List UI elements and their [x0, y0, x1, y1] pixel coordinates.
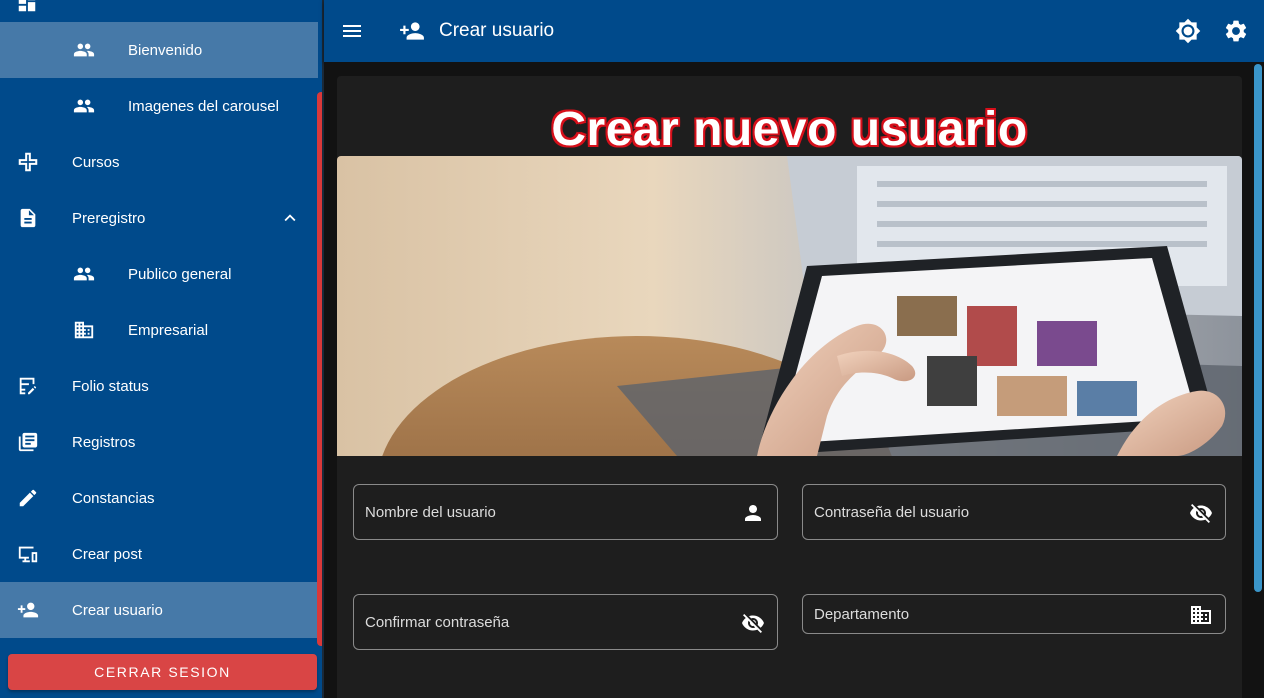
confirm-password-field[interactable] [353, 594, 778, 650]
sidebar-item-label: Imagenes del carousel [128, 97, 279, 115]
table-edit-icon [16, 374, 40, 398]
navigation-drawer: Bienvenido Imagenes del carousel Cursos … [0, 0, 324, 698]
sidebar-item-registros[interactable]: Registros [0, 414, 318, 470]
sidebar-item-crear-usuario[interactable]: Crear usuario [0, 582, 318, 638]
gear-icon[interactable] [1223, 18, 1249, 44]
page-title: Crear usuario [439, 20, 555, 41]
visibility-off-icon[interactable] [1189, 501, 1213, 525]
main-content: Crear nuevo usuario [324, 62, 1264, 698]
person-add-icon [396, 18, 428, 44]
department-field[interactable] [802, 594, 1226, 634]
sidebar-item-label: Crear usuario [72, 601, 163, 619]
logout-button[interactable]: CERRAR SESION [8, 654, 317, 690]
sidebar-item-label: Bienvenido [128, 41, 203, 59]
chevron-up-icon[interactable] [278, 206, 302, 230]
sidebar-item-publico-general[interactable]: Publico general [0, 246, 318, 302]
brightness-icon[interactable] [1175, 18, 1201, 44]
sidebar-item-cursos[interactable]: Cursos [0, 134, 318, 190]
document-icon [16, 206, 40, 230]
confirm-password-input[interactable] [354, 595, 777, 649]
sidebar-item-label: Constancias [72, 489, 155, 507]
sidebar-item-crear-post[interactable]: Crear post [0, 526, 318, 582]
username-input[interactable] [354, 485, 777, 539]
person-icon [741, 501, 765, 525]
building-icon [72, 318, 96, 342]
sidebar-item-preregistro[interactable]: Preregistro [0, 190, 318, 246]
person-add-icon [16, 598, 40, 622]
sidebar-item-label: Publico general [128, 265, 232, 283]
people-icon [72, 262, 96, 286]
pencil-icon [16, 486, 40, 510]
password-field[interactable] [802, 484, 1226, 540]
main-scrollbar[interactable] [1254, 64, 1262, 592]
sidebar-item-label: Cursos [72, 153, 120, 171]
sidebar-item-label: Folio status [72, 377, 149, 395]
hero-image [337, 156, 1242, 456]
sidebar-item-imagenes-carousel[interactable]: Imagenes del carousel [0, 78, 318, 134]
sidebar-item-folio-status[interactable]: Folio status [0, 358, 318, 414]
sidebar-item-label: Empresarial [128, 321, 209, 339]
building-icon [1189, 603, 1213, 627]
sidebar-item-label: Crear post [72, 545, 143, 563]
department-select[interactable] [803, 595, 1225, 633]
menu-icon[interactable] [340, 19, 364, 43]
password-input[interactable] [803, 485, 1225, 539]
monitor-icon [16, 542, 40, 566]
sidebar-item-bienvenido[interactable]: Bienvenido [0, 22, 318, 78]
plus-icon [16, 150, 40, 174]
library-icon [16, 430, 40, 454]
people-icon [72, 94, 96, 118]
sidebar-item-empresarial[interactable]: Empresarial [0, 302, 318, 358]
username-field[interactable] [353, 484, 778, 540]
form-heading: Crear nuevo usuario [551, 103, 1028, 156]
app-bar: Crear usuario [324, 0, 1264, 62]
dashboard-icon [16, 0, 38, 12]
sidebar-item-label: Registros [72, 433, 136, 451]
sidebar-item-constancias[interactable]: Constancias [0, 470, 318, 526]
visibility-off-icon[interactable] [741, 611, 765, 635]
sidebar-item-label: Preregistro [72, 209, 146, 227]
people-icon [72, 38, 96, 62]
sidebar-scrollbar[interactable] [317, 92, 322, 646]
create-user-card: Crear nuevo usuario [337, 76, 1242, 698]
